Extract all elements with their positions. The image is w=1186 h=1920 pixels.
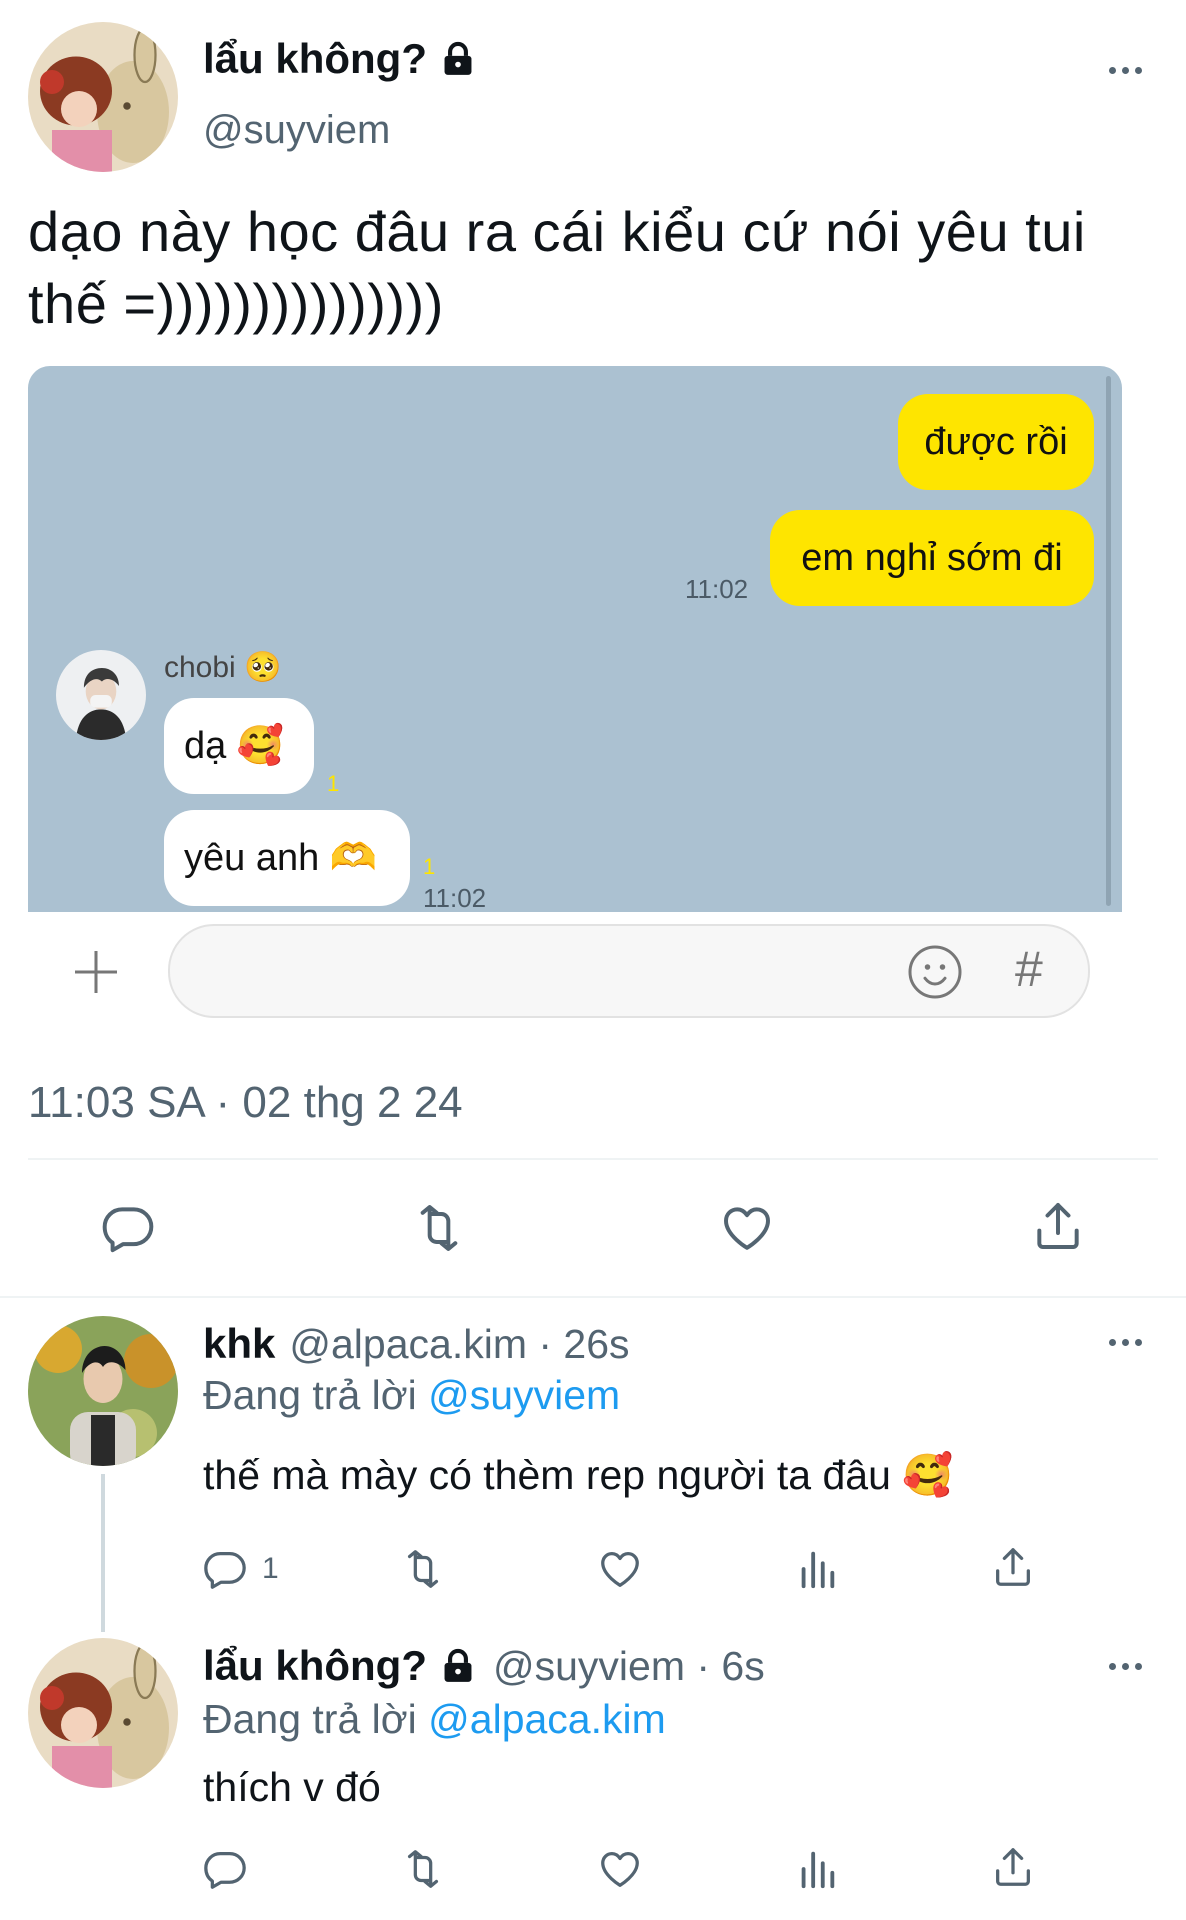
views-icon[interactable]	[794, 1846, 840, 1892]
reply-avatar[interactable]	[28, 1316, 178, 1466]
tweet-text: dạo này học đâu ra cái kiểu cứ nói yêu t…	[28, 196, 1168, 340]
chat-scrollbar	[1106, 376, 1111, 906]
reply-text: thích v đó	[203, 1764, 381, 1810]
more-icon[interactable]	[1100, 1332, 1150, 1352]
replying-to: Đang trả lời @suyviem	[203, 1372, 620, 1419]
author-avatar[interactable]	[28, 22, 178, 172]
unread-count: 1	[327, 771, 340, 796]
tweet-timestamp[interactable]: 11:03 SA · 02 thg 2 24	[28, 1078, 463, 1128]
share-icon[interactable]	[990, 1544, 1036, 1590]
reply-display-name[interactable]: lẩu không?	[203, 1642, 427, 1690]
message-time: 11:02	[685, 574, 749, 604]
more-icon[interactable]	[1100, 60, 1150, 80]
incoming-message: yêu anh 🫶	[164, 810, 410, 906]
author-name-row: lẩu không?	[203, 35, 477, 83]
reply-avatar[interactable]	[28, 1638, 178, 1788]
retweet-icon[interactable]	[398, 1546, 448, 1592]
divider	[0, 1296, 1186, 1298]
retweet-icon[interactable]	[398, 1846, 448, 1892]
tweet-text-line: dạo này học đâu ra cái kiểu cứ nói yêu t…	[28, 200, 1086, 263]
reply-header: lẩu không? @suyviem · 6s	[203, 1642, 765, 1690]
outgoing-message: em nghỉ sớm đi	[770, 510, 1094, 606]
reply-handle-time[interactable]: @alpaca.kim · 26s	[289, 1321, 629, 1368]
chat-contact-name: chobi 🥺	[164, 651, 282, 684]
reply-icon[interactable]	[202, 1846, 248, 1892]
like-icon[interactable]	[718, 1200, 776, 1256]
thread-line	[101, 1474, 105, 1632]
retweet-icon[interactable]	[408, 1200, 470, 1256]
reply-count: 1	[262, 1552, 279, 1585]
lock-icon	[439, 40, 477, 78]
like-icon[interactable]	[596, 1546, 644, 1592]
more-icon[interactable]	[1100, 1656, 1150, 1676]
author-display-name[interactable]: lẩu không?	[203, 35, 427, 83]
author-handle[interactable]: @suyviem	[203, 108, 390, 153]
hashtag-button[interactable]: #	[1015, 940, 1043, 998]
replying-prefix: Đang trả lời	[203, 1696, 417, 1742]
emoji-icon[interactable]	[905, 942, 965, 1002]
replying-to: Đang trả lời @alpaca.kim	[203, 1696, 666, 1743]
reply-header: khk @alpaca.kim · 26s	[203, 1320, 630, 1368]
reply-display-name[interactable]: khk	[203, 1320, 275, 1368]
replying-prefix: Đang trả lời	[203, 1372, 417, 1418]
replying-to-handle[interactable]: @suyviem	[428, 1372, 620, 1418]
lock-icon	[439, 1647, 477, 1685]
divider	[28, 1158, 1158, 1160]
replying-to-handle[interactable]: @alpaca.kim	[428, 1696, 666, 1742]
reply-icon[interactable]	[202, 1546, 248, 1592]
unread-count: 1	[423, 854, 436, 879]
reply-icon[interactable]	[100, 1200, 156, 1256]
tweet-text-line: thế =)))))))))))))))	[28, 272, 444, 335]
chat-screenshot[interactable]: được rồi em nghỉ sớm đi 11:02 chobi 🥺 dạ…	[28, 366, 1122, 912]
reply-text: thế mà mày có thèm rep người ta đâu 🥰	[203, 1452, 954, 1498]
plus-icon[interactable]	[68, 944, 124, 1000]
incoming-message: dạ 🥰	[164, 698, 314, 794]
share-icon[interactable]	[990, 1844, 1036, 1890]
chat-contact-avatar	[56, 650, 146, 740]
reply-handle-time[interactable]: @suyviem · 6s	[493, 1643, 765, 1690]
share-icon[interactable]	[1030, 1198, 1086, 1254]
views-icon[interactable]	[794, 1546, 840, 1592]
outgoing-message: được rồi	[898, 394, 1094, 490]
like-icon[interactable]	[596, 1846, 644, 1892]
message-time: 11:02	[423, 883, 487, 912]
